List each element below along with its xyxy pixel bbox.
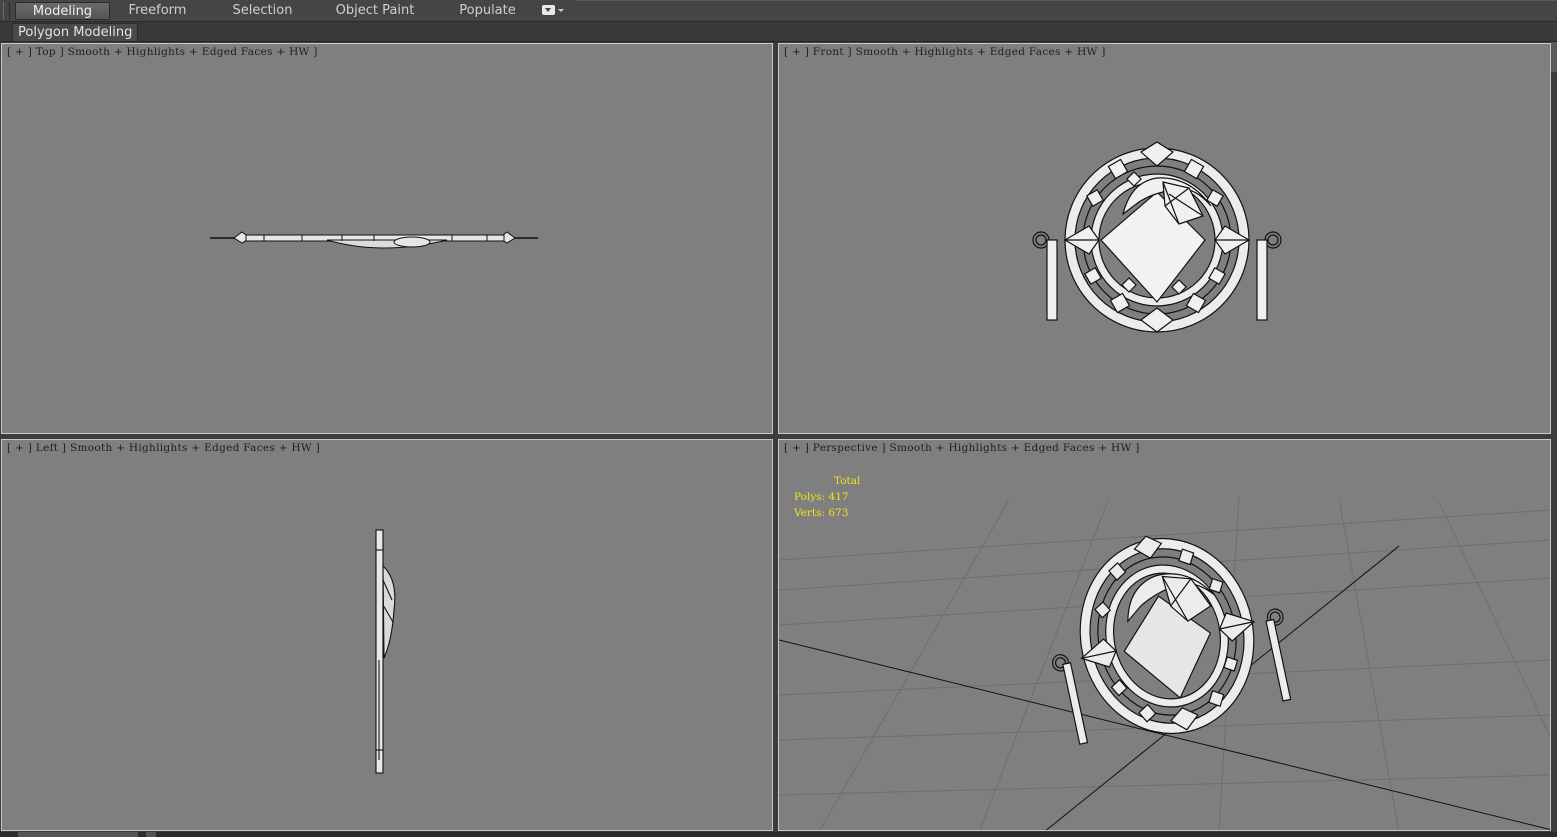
left-view-model <box>375 529 396 774</box>
tab-selection[interactable]: Selection <box>225 2 300 20</box>
dropdown-box-icon <box>542 5 555 15</box>
perspective-view <box>779 495 1550 830</box>
tab-populate[interactable]: Populate <box>450 2 525 20</box>
tab-freeform[interactable]: Freeform <box>120 2 195 20</box>
bottom-bar-segment[interactable] <box>18 832 138 837</box>
polygon-modeling-button[interactable]: Polygon Modeling <box>12 23 139 42</box>
dropdown-toggle-icon[interactable] <box>542 5 564 17</box>
bottom-bar-segment-small[interactable] <box>146 832 156 837</box>
front-view-model <box>1032 141 1282 333</box>
viewport-perspective[interactable]: [ + ] Perspective ] Smooth + Highlights … <box>778 439 1551 831</box>
viewport-front[interactable]: [ + ] Front ] Smooth + Highlights + Edge… <box>778 43 1551 434</box>
ribbon-grip[interactable] <box>3 2 10 20</box>
right-scrollbar[interactable] <box>1551 42 1557 72</box>
ribbon-tabs: Modeling Freeform Selection Object Paint… <box>0 0 1557 22</box>
tab-modeling[interactable]: Modeling <box>15 2 110 20</box>
ribbon-panel-bar: Polygon Modeling <box>0 22 1557 42</box>
ribbon-divider <box>575 0 1557 1</box>
caret-down-icon <box>558 9 564 12</box>
tab-object-paint[interactable]: Object Paint <box>330 2 420 20</box>
viewport-top[interactable]: [ + ] Top ] Smooth + Highlights + Edged … <box>1 43 773 434</box>
bottom-bar <box>0 832 1557 837</box>
viewport-left[interactable]: [ + ] Left ] Smooth + Highlights + Edged… <box>1 439 773 831</box>
top-view-model <box>210 231 538 249</box>
